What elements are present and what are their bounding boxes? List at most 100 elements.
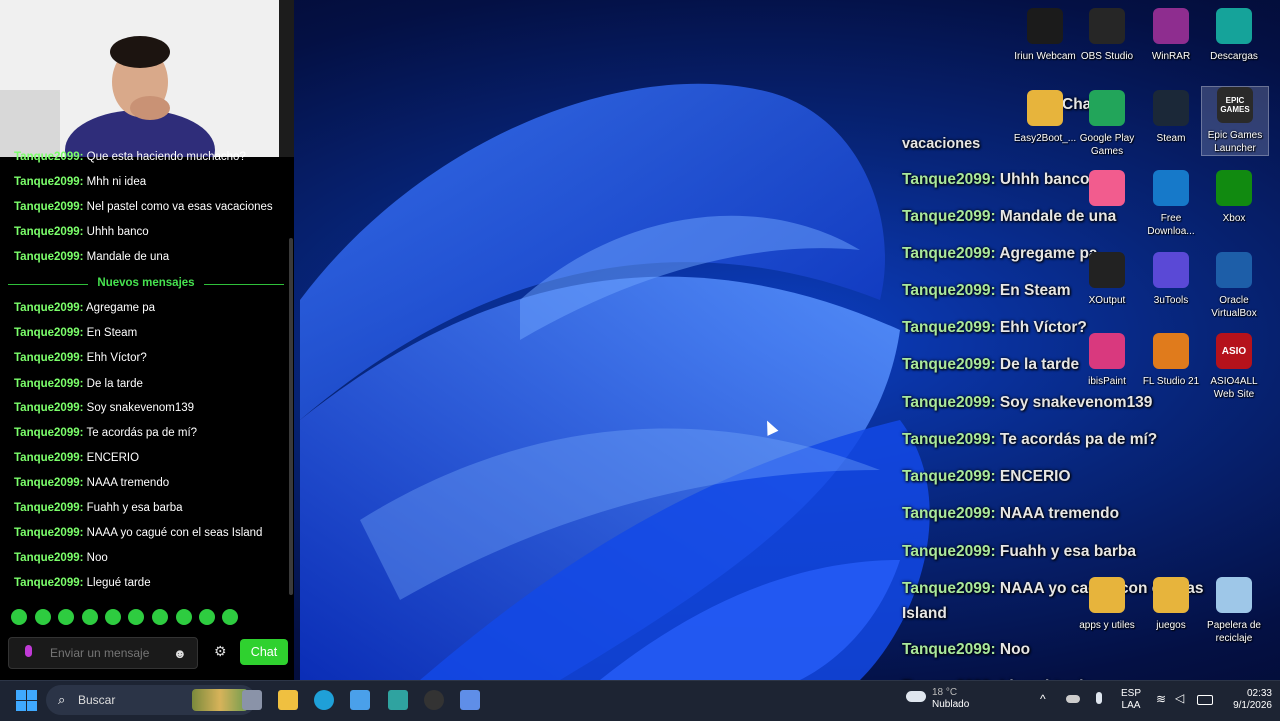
chat-username[interactable]: Tanque2099:	[14, 527, 83, 539]
ibispaint-icon	[1089, 333, 1125, 369]
emote-icon[interactable]	[105, 609, 121, 625]
steam-icon	[1153, 90, 1189, 126]
chat-message-text: ENCERIO	[86, 452, 140, 464]
file-explorer-icon[interactable]	[278, 690, 298, 710]
overlay-message-text: En Steam	[999, 282, 1071, 299]
desktop-icon[interactable]: Oracle VirtualBox	[1201, 252, 1267, 320]
play-games-icon	[1089, 90, 1125, 126]
taskbar-search[interactable]: ⌕ Buscar	[46, 685, 256, 715]
chat-username[interactable]: Tanque2099:	[14, 352, 83, 364]
desktop-icon[interactable]: Steam	[1138, 90, 1204, 145]
language-indicator[interactable]: ESP LAA	[1118, 688, 1144, 712]
volume-icon[interactable]: ◁	[1175, 692, 1184, 704]
chat-message: Tanque2099: Mhh ni idea	[14, 176, 146, 188]
desktop-icon-label: Oracle VirtualBox	[1211, 295, 1257, 319]
overlay-username: Tanque2099:	[902, 641, 996, 658]
chat-username[interactable]: Tanque2099:	[14, 327, 83, 339]
chat-scrollbar[interactable]	[289, 238, 293, 595]
desktop-icon[interactable]: OBS Studio	[1074, 8, 1140, 63]
desktop-icon[interactable]: ibisPaint	[1074, 333, 1140, 388]
overlay-username: Tanque2099:	[902, 245, 996, 262]
snipping-icon[interactable]	[460, 690, 480, 710]
chat-username[interactable]: Tanque2099:	[14, 251, 83, 263]
chat-username[interactable]: Tanque2099:	[14, 552, 83, 564]
chat-message-text: De la tarde	[86, 378, 143, 390]
chat-send-button[interactable]: Chat	[240, 639, 288, 665]
overlay-message-text: Te acordás pa de mí?	[999, 431, 1158, 448]
desktop-icon[interactable]: XOutput	[1074, 252, 1140, 307]
battery-icon[interactable]	[1197, 695, 1213, 705]
edge-icon[interactable]	[314, 690, 334, 710]
microphone-tray-icon[interactable]	[1096, 692, 1102, 704]
desktop-icon[interactable]: Papelera de reciclaje	[1201, 577, 1267, 645]
desktop-icon[interactable]: 3uTools	[1138, 252, 1204, 307]
gear-icon[interactable]: ⚙	[214, 643, 227, 660]
chat-username[interactable]: Tanque2099:	[14, 176, 83, 188]
chat-username[interactable]: Tanque2099:	[14, 427, 83, 439]
chat-message: Tanque2099: Nel pastel como va esas vaca…	[14, 201, 273, 213]
emote-icon[interactable]	[58, 609, 74, 625]
obs-icon	[1089, 8, 1125, 44]
terminal-icon[interactable]	[388, 690, 408, 710]
emote-icon[interactable]	[222, 609, 238, 625]
desktop-icon[interactable]	[1074, 170, 1140, 206]
emote-icon[interactable]	[35, 609, 51, 625]
obs-taskbar-icon[interactable]	[424, 690, 444, 710]
desktop-icon[interactable]: FL Studio 21	[1138, 333, 1204, 388]
desktop-icon[interactable]: Iriun Webcam	[1012, 8, 1078, 63]
overlay-message: Island	[902, 605, 947, 623]
desktop-icon[interactable]: WinRAR	[1138, 8, 1204, 63]
wifi-icon[interactable]: ≋	[1156, 693, 1166, 705]
chat-message-text: Soy snakevenom139	[86, 402, 195, 414]
chat-username[interactable]: Tanque2099:	[14, 477, 83, 489]
chat-message: Tanque2099: Soy snakevenom139	[14, 402, 194, 414]
store-icon[interactable]	[350, 690, 370, 710]
chat-username[interactable]: Tanque2099:	[14, 452, 83, 464]
chat-username[interactable]: Tanque2099:	[14, 302, 83, 314]
chat-message: Tanque2099: NAAA tremendo	[14, 477, 169, 489]
desktop-icon-label: apps y utiles	[1079, 620, 1135, 631]
desktop-icon[interactable]: Descargas	[1201, 8, 1267, 63]
emote-icon[interactable]	[11, 609, 27, 625]
chat-input[interactable]	[50, 646, 170, 660]
emote-icon[interactable]	[199, 609, 215, 625]
emote-icon[interactable]	[82, 609, 98, 625]
chat-message: Tanque2099: Noo	[14, 552, 108, 564]
chat-username[interactable]: Tanque2099:	[14, 402, 83, 414]
overlay-message: Tanque2099: NAAA tremendo	[902, 505, 1119, 523]
chat-username[interactable]: Tanque2099:	[14, 151, 83, 163]
chevron-up-icon[interactable]: ^	[1040, 693, 1046, 705]
desktop-icon-label: Google Play Games	[1079, 133, 1135, 157]
desktop-icon[interactable]: apps y utiles	[1074, 577, 1140, 632]
emote-icon[interactable]	[152, 609, 168, 625]
desktop-icon[interactable]: ASIO ASIO4ALL Web Site	[1201, 333, 1267, 401]
desktop-icon[interactable]: Xbox	[1201, 170, 1267, 225]
chat-input-box[interactable]: ☻	[8, 637, 198, 669]
overlay-username: Tanque2099:	[902, 505, 996, 522]
microphone-icon[interactable]	[25, 645, 32, 657]
desktop-icon[interactable]: EPIC GAMES Epic Games Launcher	[1201, 86, 1269, 156]
weather-widget[interactable]: 18 °C Nublado	[906, 687, 969, 711]
chat-username[interactable]: Tanque2099:	[14, 502, 83, 514]
fl-studio-icon	[1153, 333, 1189, 369]
free-download-icon	[1153, 170, 1189, 206]
emote-icon[interactable]	[128, 609, 144, 625]
download-folder-icon	[1216, 8, 1252, 44]
overlay-message-text: vacaciones	[902, 136, 981, 152]
desktop-icon-label: ibisPaint	[1088, 376, 1126, 387]
chat-username[interactable]: Tanque2099:	[14, 577, 83, 589]
desktop-icon[interactable]: Google Play Games	[1074, 90, 1140, 158]
start-button[interactable]	[16, 690, 37, 711]
chat-username[interactable]: Tanque2099:	[14, 378, 83, 390]
chat-username[interactable]: Tanque2099:	[14, 201, 83, 213]
language-code: ESP	[1120, 688, 1141, 699]
onedrive-icon[interactable]	[1066, 695, 1080, 703]
desktop-icon[interactable]: Easy2Boot_...	[1012, 90, 1078, 145]
clock[interactable]: 02:33 9/1/2026	[1226, 688, 1272, 712]
task-view-icon[interactable]	[242, 690, 262, 710]
emote-icon[interactable]	[176, 609, 192, 625]
emoji-icon[interactable]: ☻	[173, 646, 187, 661]
chat-username[interactable]: Tanque2099:	[14, 226, 83, 238]
desktop-icon[interactable]: Free Downloa...	[1138, 170, 1204, 238]
desktop-icon[interactable]: juegos	[1138, 577, 1204, 632]
